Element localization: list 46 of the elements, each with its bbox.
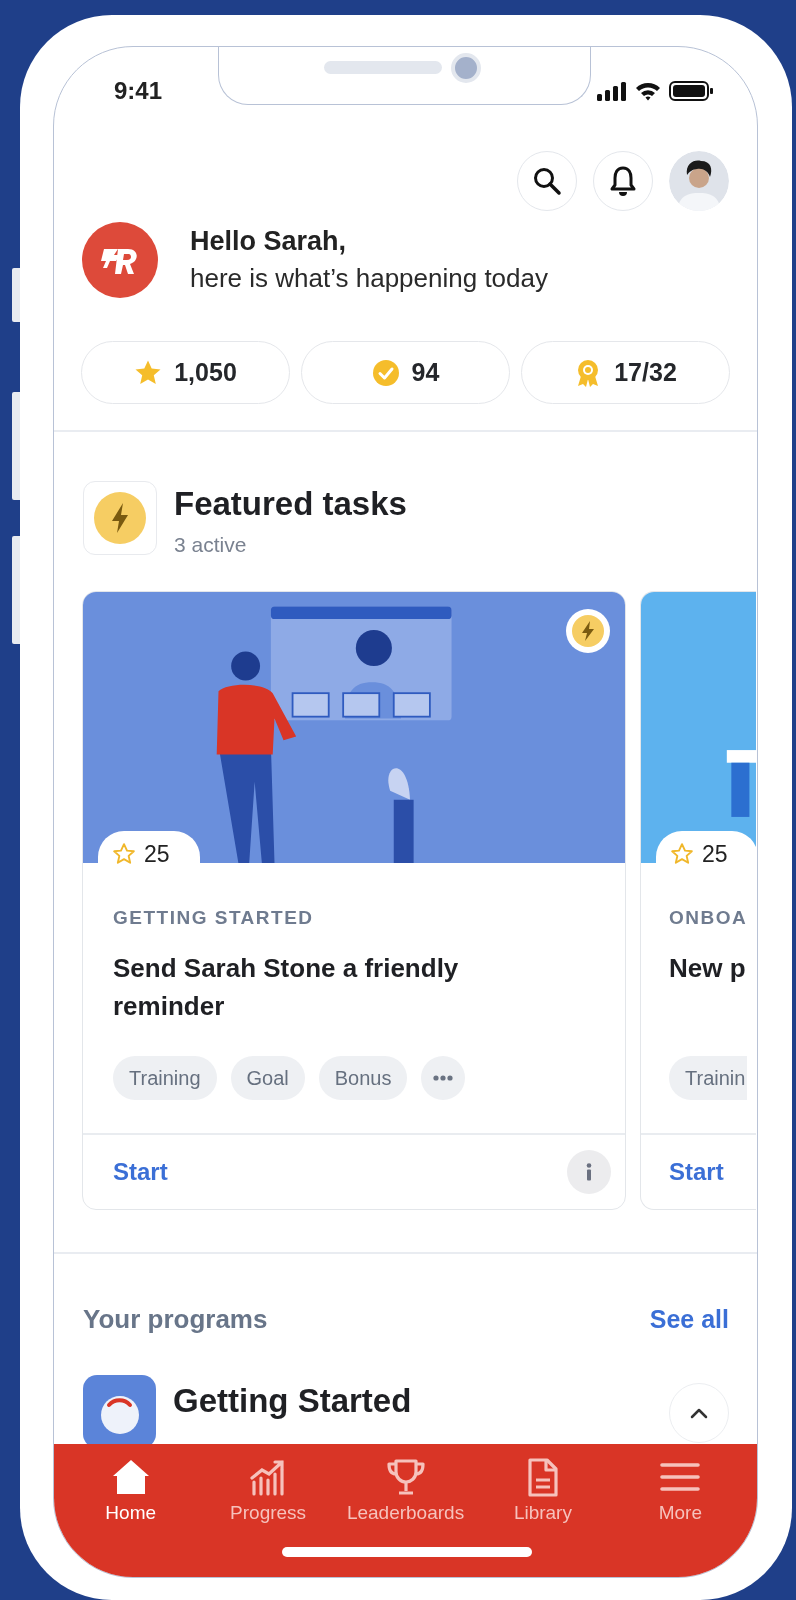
stat-value: 17/32 bbox=[614, 358, 677, 387]
signal-icon bbox=[597, 81, 627, 101]
lightning-icon bbox=[94, 492, 146, 544]
bell-icon bbox=[609, 165, 637, 197]
section-subtitle: 3 active bbox=[174, 533, 248, 557]
tag-chip: Trainin bbox=[669, 1056, 748, 1100]
greeting-subtitle: here is what’s happening today bbox=[190, 263, 548, 294]
task-card[interactable]: 25 GETTING STARTED Send Sarah Stone a friendly reminder Training Goal Bonus Start bbox=[82, 591, 626, 1210]
more-icon bbox=[433, 1075, 454, 1081]
start-link[interactable]: Start bbox=[113, 1158, 168, 1186]
status-time: 9:41 bbox=[114, 77, 163, 105]
stat-value: 1,050 bbox=[174, 358, 237, 387]
section-title: Your programs bbox=[83, 1304, 268, 1335]
greeting-title: Hello Sarah, bbox=[190, 226, 348, 257]
tab-bar-item[interactable]: Leaderboards bbox=[336, 1458, 475, 1524]
tab-bar-item[interactable]: Home bbox=[62, 1458, 200, 1524]
start-link[interactable]: Start bbox=[669, 1158, 724, 1186]
task-category: ONBOA bbox=[669, 907, 749, 929]
tab-bar-item[interactable]: More bbox=[611, 1458, 750, 1524]
battery-icon bbox=[669, 81, 713, 101]
section-title: Featured tasks bbox=[174, 485, 407, 523]
trophy-icon bbox=[385, 1458, 426, 1498]
program-title: Getting Started bbox=[173, 1381, 413, 1420]
avatar[interactable] bbox=[669, 151, 729, 211]
task-title: Send Sarah Stone a friendly reminder bbox=[113, 952, 460, 1023]
star-outline-icon bbox=[670, 842, 694, 866]
more-button[interactable] bbox=[421, 1056, 466, 1100]
stat-value: 94 bbox=[411, 358, 440, 387]
info-button[interactable] bbox=[567, 1150, 611, 1194]
task-title: New p bbox=[669, 952, 747, 985]
info-icon bbox=[586, 1163, 592, 1181]
task-card[interactable]: 25 ONBOA New p Trainin Start bbox=[640, 591, 756, 1210]
see-all-link[interactable]: See all bbox=[649, 1305, 729, 1334]
check-circle-icon bbox=[371, 358, 400, 387]
tab-bar-item[interactable]: Library bbox=[474, 1458, 612, 1524]
points-value: 25 bbox=[144, 840, 170, 868]
tab-bar-item[interactable]: Progress bbox=[199, 1458, 337, 1524]
tag-chip: Training bbox=[113, 1056, 217, 1100]
star-outline-icon bbox=[112, 842, 136, 866]
chevron-icon bbox=[690, 1407, 708, 1419]
task-category: GETTING STARTED bbox=[113, 907, 315, 929]
wifi-icon bbox=[635, 81, 661, 101]
tag-chip: Bonus bbox=[318, 1056, 408, 1100]
tag-chip: Goal bbox=[230, 1056, 305, 1100]
points-value: 25 bbox=[702, 840, 728, 868]
search-icon bbox=[532, 166, 562, 196]
